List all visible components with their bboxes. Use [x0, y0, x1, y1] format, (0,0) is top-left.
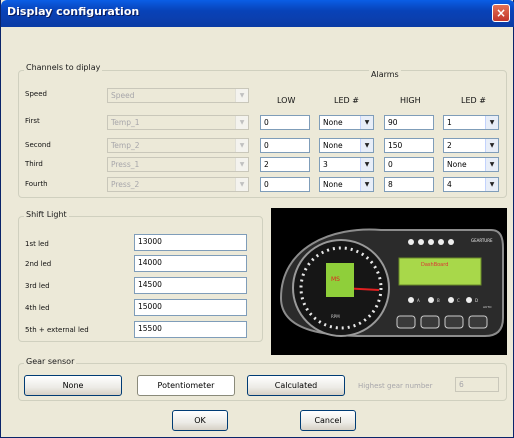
led-input-1[interactable]: 13000 — [134, 234, 247, 251]
high-input-first[interactable]: 90 — [384, 115, 434, 130]
gear-sensor-group-label: Gear sensor — [24, 357, 77, 366]
rpm-readout: MS — [331, 276, 340, 283]
select-value: None — [323, 141, 343, 150]
chevron-down-icon: ▼ — [235, 89, 248, 102]
low-input-fourth[interactable]: 0 — [260, 177, 310, 192]
select-value: 3 — [323, 160, 328, 169]
led-low-select-first[interactable]: None ▼ — [319, 115, 374, 130]
dash-brand-label: GEARTURE — [471, 238, 493, 243]
led-label-3: 3rd led — [25, 282, 50, 290]
chevron-down-icon: ▼ — [235, 178, 248, 191]
chevron-down-icon[interactable]: ▼ — [360, 116, 373, 129]
row-label-speed: Speed — [25, 90, 47, 98]
gear-sub-label: AUTO — [483, 305, 492, 309]
led-input-4[interactable]: 15000 — [134, 299, 247, 316]
low-input-third[interactable]: 2 — [260, 157, 310, 172]
channel-select-value: Press_1 — [111, 160, 140, 169]
gear-none-button[interactable]: None — [24, 375, 122, 396]
window-title: Display configuration — [7, 5, 140, 18]
led-label-5: 5th + external led — [25, 326, 89, 334]
led-label-2: 2nd led — [25, 260, 52, 268]
channel-select-second: Temp_2 ▼ — [107, 138, 249, 153]
channel-select-speed: Speed ▼ — [107, 88, 249, 103]
chevron-down-icon[interactable]: ▼ — [360, 158, 373, 171]
title-bar[interactable]: Display configuration × — [1, 0, 514, 27]
row-label-third: Third — [25, 160, 43, 168]
channels-group-label: Channels to diplay — [24, 63, 103, 72]
led-input-2[interactable]: 14000 — [134, 255, 247, 272]
gear-label-b: B — [437, 298, 440, 303]
high-input-third[interactable]: 0 — [384, 157, 434, 172]
highest-gear-label: Highest gear number — [358, 382, 433, 390]
chevron-down-icon[interactable]: ▼ — [360, 139, 373, 152]
close-icon[interactable]: × — [492, 4, 510, 22]
low-input-first[interactable]: 0 — [260, 115, 310, 130]
select-value: 2 — [447, 141, 452, 150]
chevron-down-icon[interactable]: ▼ — [485, 158, 498, 171]
select-value: 4 — [447, 180, 452, 189]
header-low: LOW — [277, 96, 296, 105]
dialog-window: Display configuration × Channels to dipl… — [0, 0, 514, 438]
led-low-select-fourth[interactable]: None ▼ — [319, 177, 374, 192]
chevron-down-icon: ▼ — [235, 116, 248, 129]
dash-model-label: DashBoard — [421, 262, 448, 268]
shift-light-group-label: Shift Light — [24, 210, 69, 219]
gear-label-c: C — [457, 298, 460, 303]
header-high: HIGH — [400, 96, 421, 105]
dashboard-illustration: MS RPM DashBoard GEARTURE A B C D AUTO — [279, 228, 504, 337]
highest-gear-input: 6 — [455, 377, 499, 392]
channel-select-value: Press_2 — [111, 180, 140, 189]
led-high-select-third[interactable]: None ▼ — [443, 157, 499, 172]
high-input-second[interactable]: 150 — [384, 138, 434, 153]
dashboard-image: MS RPM DashBoard GEARTURE A B C D AUTO — [271, 208, 507, 355]
gear-label-a: A — [417, 298, 420, 303]
gear-potentiometer-button[interactable]: Potentiometer — [137, 375, 235, 396]
channel-select-first: Temp_1 ▼ — [107, 115, 249, 130]
select-value: None — [323, 180, 343, 189]
led-input-5[interactable]: 15500 — [134, 321, 247, 338]
chevron-down-icon[interactable]: ▼ — [360, 178, 373, 191]
low-input-second[interactable]: 0 — [260, 138, 310, 153]
ok-button[interactable]: OK — [172, 410, 228, 431]
header-led-low: LED # — [334, 96, 359, 105]
row-label-first: First — [25, 117, 40, 125]
select-value: None — [323, 118, 343, 127]
chevron-down-icon[interactable]: ▼ — [485, 178, 498, 191]
select-value: None — [447, 160, 467, 169]
led-label-1: 1st led — [25, 240, 49, 248]
chevron-down-icon: ▼ — [235, 158, 248, 171]
channel-select-fourth: Press_2 ▼ — [107, 177, 249, 192]
led-high-select-first[interactable]: 1 ▼ — [443, 115, 499, 130]
led-high-select-second[interactable]: 2 ▼ — [443, 138, 499, 153]
led-high-select-fourth[interactable]: 4 ▼ — [443, 177, 499, 192]
led-low-select-third[interactable]: 3 ▼ — [319, 157, 374, 172]
header-led-high: LED # — [461, 96, 486, 105]
row-label-second: Second — [25, 141, 51, 149]
chevron-down-icon[interactable]: ▼ — [485, 139, 498, 152]
channel-select-value: Temp_2 — [111, 141, 140, 150]
gear-calculated-button[interactable]: Calculated — [247, 375, 345, 396]
gear-label-d: D — [475, 298, 478, 303]
led-low-select-second[interactable]: None ▼ — [319, 138, 374, 153]
row-label-fourth: Fourth — [25, 180, 48, 188]
rpm-unit-label: RPM — [331, 314, 340, 319]
select-value: 1 — [447, 118, 452, 127]
led-input-3[interactable]: 14500 — [134, 277, 247, 294]
chevron-down-icon[interactable]: ▼ — [485, 116, 498, 129]
alarms-label: Alarms — [369, 70, 401, 79]
chevron-down-icon: ▼ — [235, 139, 248, 152]
high-input-fourth[interactable]: 8 — [384, 177, 434, 192]
cancel-button[interactable]: Cancel — [300, 410, 356, 431]
channel-select-third: Press_1 ▼ — [107, 157, 249, 172]
channel-select-value: Temp_1 — [111, 118, 140, 127]
channel-select-value: Speed — [111, 91, 135, 100]
led-label-4: 4th led — [25, 304, 50, 312]
